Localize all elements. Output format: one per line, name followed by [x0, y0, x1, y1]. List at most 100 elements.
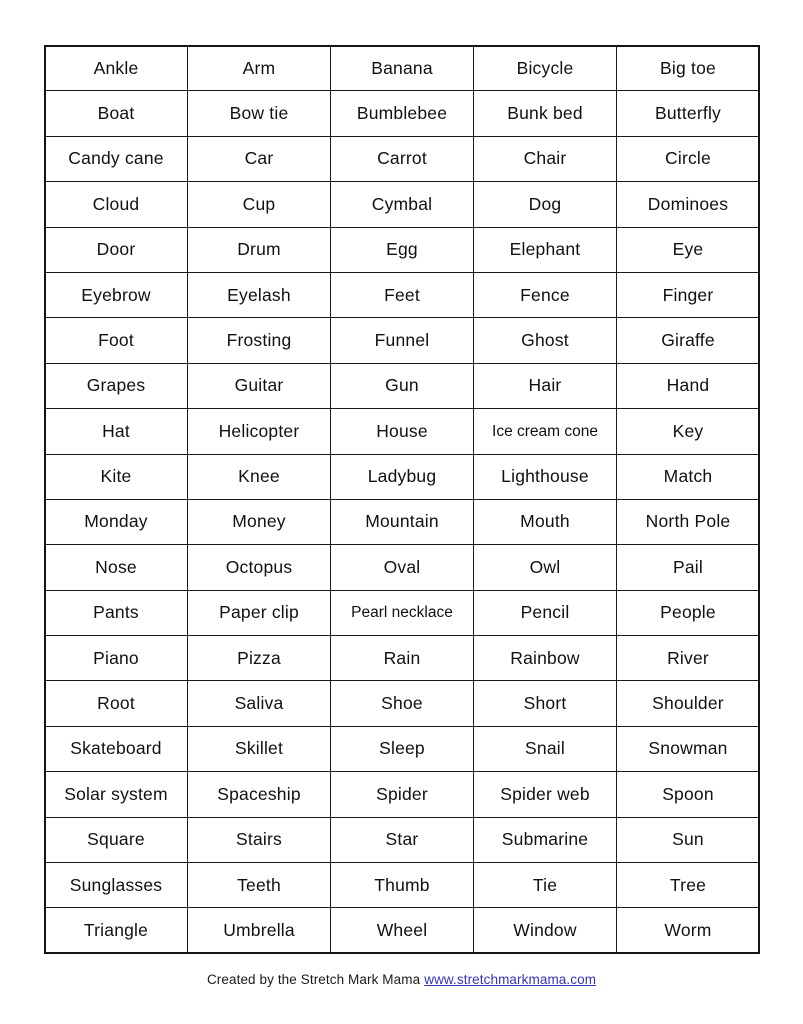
table-row: Foot Frosting Funnel Ghost Giraffe: [44, 317, 760, 364]
word-cell: Bunk bed: [473, 90, 617, 137]
word-cell: Butterfly: [616, 90, 760, 137]
word-cell: Cymbal: [330, 181, 474, 228]
word-cell: Skateboard: [44, 725, 188, 773]
word-cell: Circle: [616, 135, 760, 183]
word-cell: Solar system: [44, 771, 188, 818]
word-cell: Ice cream cone: [473, 408, 617, 455]
word-cell: Snowman: [616, 725, 760, 773]
word-cell: Arm: [187, 44, 331, 92]
word-cell: Cloud: [44, 181, 188, 228]
worksheet-page: Ankle Arm Banana Bicycle Big toe Boat Bow tie B…: [0, 0, 803, 1024]
word-table-body: Ankle Arm Banana Bicycle Big toe Boat Bow tie B…: [44, 44, 760, 954]
word-cell: Finger: [616, 271, 760, 319]
table-row: Candy cane Car Carrot Chair Circle: [44, 135, 760, 183]
word-cell: Tie: [473, 862, 617, 909]
word-cell: Carrot: [330, 135, 474, 183]
word-cell: Guitar: [187, 362, 331, 410]
word-cell: Ghost: [473, 317, 617, 364]
word-cell: Money: [187, 498, 331, 546]
word-cell: Helicopter: [187, 408, 331, 455]
footer-credit: Created by the Stretch Mark Mama www.stre…: [0, 972, 803, 987]
word-cell: Funnel: [330, 317, 474, 364]
word-cell: Pail: [616, 544, 760, 591]
word-cell: Mountain: [330, 498, 474, 546]
word-cell: Boat: [44, 90, 188, 137]
table-row: Solar system Spaceship Spider Spider web Spo…: [44, 771, 760, 818]
word-cell: Key: [616, 408, 760, 455]
website-link[interactable]: www.stretchmarkmama.com: [424, 972, 596, 987]
table-row: Root Saliva Shoe Short Shoulder: [44, 680, 760, 727]
word-cell: Pizza: [187, 635, 331, 682]
word-cell: Rainbow: [473, 635, 617, 682]
credit-label: Created by the Stretch Mark Mama: [206, 972, 421, 987]
word-cell: Foot: [44, 317, 188, 364]
table-row: Cloud Cup Cymbal Dog Dominoes: [44, 181, 760, 228]
word-cell: Ladybug: [330, 453, 474, 500]
table-row: Eyebrow Eyelash Feet Fence Finger: [44, 271, 760, 319]
table-row: Pants Paper clip Pearl necklace Pencil Peopl…: [44, 589, 760, 637]
word-cell: Drum: [187, 226, 331, 273]
word-cell: Door: [44, 226, 188, 273]
word-cell: Worm: [616, 907, 760, 954]
table-row: Boat Bow tie Bumblebee Bunk bed Butterfly: [44, 90, 760, 137]
word-cell: Bicycle: [473, 44, 617, 92]
word-cell: Sunglasses: [44, 862, 188, 909]
word-cell: Hat: [44, 408, 188, 455]
word-cell: Oval: [330, 544, 474, 591]
word-cell: Hand: [616, 362, 760, 410]
word-cell: Lighthouse: [473, 453, 617, 500]
word-cell: Egg: [330, 226, 474, 273]
word-cell: North Pole: [616, 498, 760, 546]
word-cell: Submarine: [473, 816, 617, 864]
word-cell: Pearl necklace: [330, 589, 474, 637]
word-cell: Knee: [187, 453, 331, 500]
word-cell: Spider: [330, 771, 474, 818]
word-cell: Dominoes: [616, 181, 760, 228]
word-cell: Spider web: [473, 771, 617, 818]
table-row: Square Stairs Star Submarine Sun: [44, 816, 760, 864]
word-cell: Tree: [616, 862, 760, 909]
word-cell: Umbrella: [187, 907, 331, 954]
word-cell: Cup: [187, 181, 331, 228]
table-row: Piano Pizza Rain Rainbow River: [44, 635, 760, 682]
word-cell: Car: [187, 135, 331, 183]
word-cell: Kite: [44, 453, 188, 500]
word-cell: Chair: [473, 135, 617, 183]
word-cell: Monday: [44, 498, 188, 546]
word-cell: Sleep: [330, 725, 474, 773]
word-cell: Sun: [616, 816, 760, 864]
word-cell: Eyebrow: [44, 271, 188, 319]
word-cell: Star: [330, 816, 474, 864]
word-cell: Teeth: [187, 862, 331, 909]
word-cell: Stairs: [187, 816, 331, 864]
word-cell: Nose: [44, 544, 188, 591]
word-cell: Bumblebee: [330, 90, 474, 137]
word-cell: Dog: [473, 181, 617, 228]
table-row: Hat Helicopter House Ice cream cone Key: [44, 408, 760, 455]
word-cell: Snail: [473, 725, 617, 773]
word-cell: Shoulder: [616, 680, 760, 727]
word-cell: Big toe: [616, 44, 760, 92]
word-cell: Octopus: [187, 544, 331, 591]
word-cell: House: [330, 408, 474, 455]
word-cell: Shoe: [330, 680, 474, 727]
word-cell: Root: [44, 680, 188, 727]
word-cell: Banana: [330, 44, 474, 92]
word-cell: Gun: [330, 362, 474, 410]
word-cell: Spoon: [616, 771, 760, 818]
word-cell: Owl: [473, 544, 617, 591]
word-cell: Saliva: [187, 680, 331, 727]
word-cell: Skillet: [187, 725, 331, 773]
word-cell: Eye: [616, 226, 760, 273]
word-cell: Grapes: [44, 362, 188, 410]
table-row: Sunglasses Teeth Thumb Tie Tree: [44, 862, 760, 909]
word-cell: Spaceship: [187, 771, 331, 818]
word-cell: Bow tie: [187, 90, 331, 137]
table-row: Monday Money Mountain Mouth North Pole: [44, 498, 760, 546]
word-cell: Paper clip: [187, 589, 331, 637]
table-row: Nose Octopus Oval Owl Pail: [44, 544, 760, 591]
word-cell: Wheel: [330, 907, 474, 954]
word-cell: Pants: [44, 589, 188, 637]
word-cell: Square: [44, 816, 188, 864]
word-cell: Feet: [330, 271, 474, 319]
